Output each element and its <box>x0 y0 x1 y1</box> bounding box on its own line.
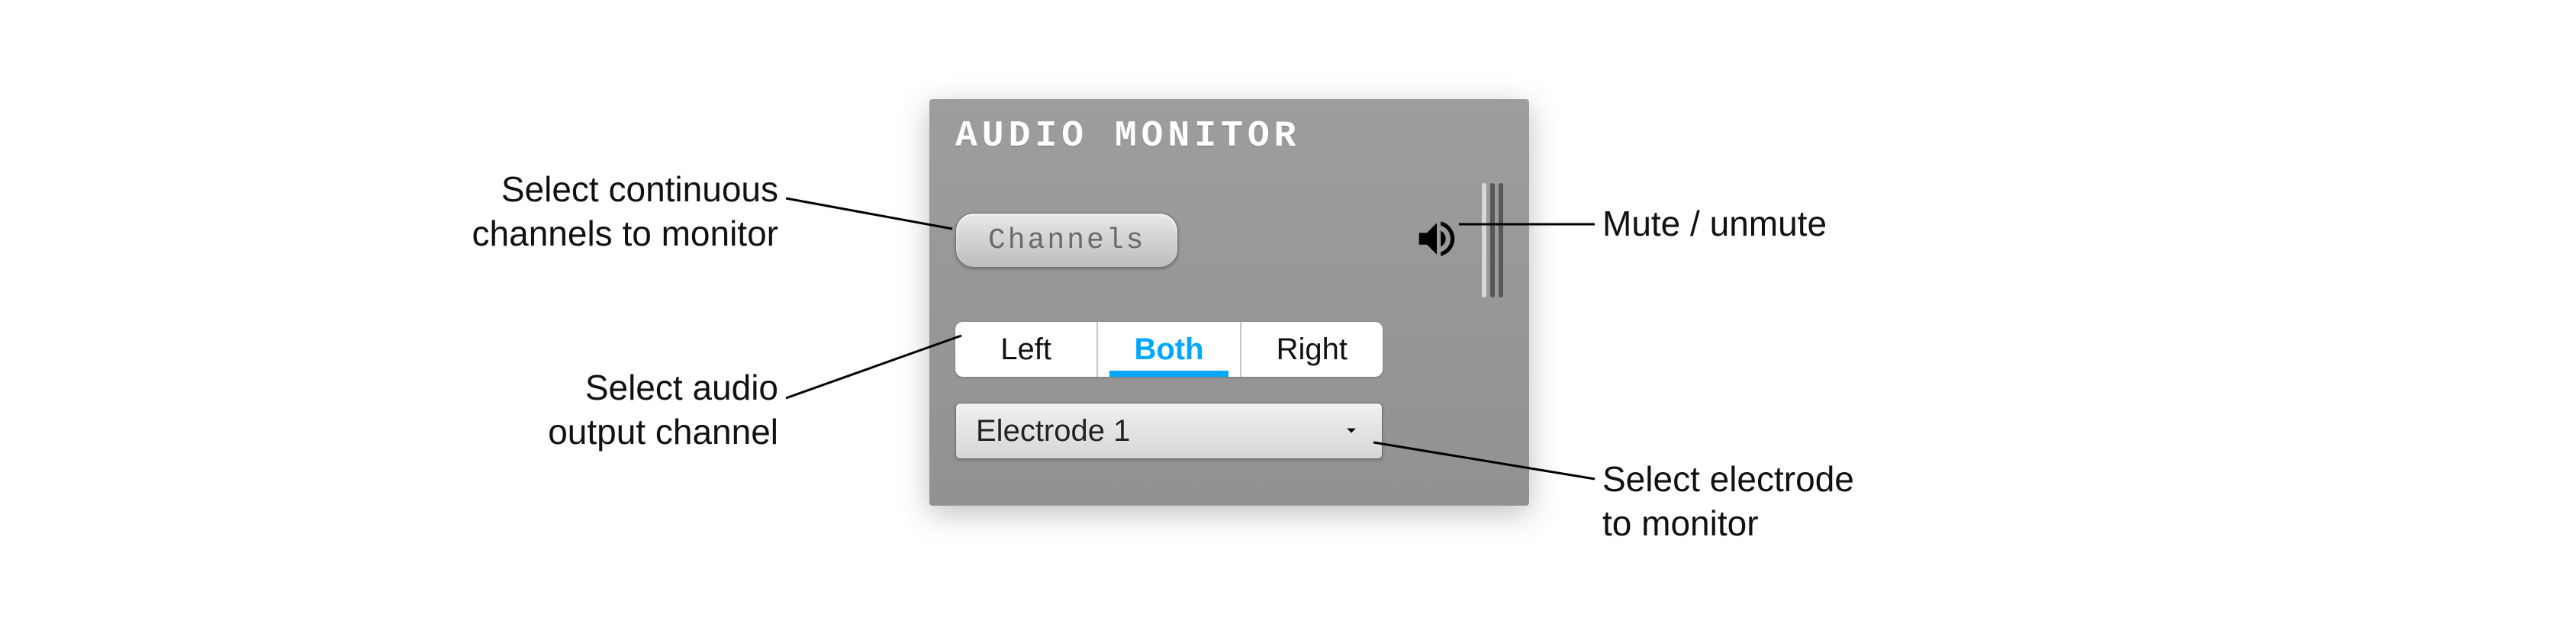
volume-icon <box>1413 215 1460 266</box>
audio-monitor-panel: AUDIO MONITOR Channels Left Both Right E… <box>929 99 1529 506</box>
volume-slider[interactable] <box>1482 183 1503 297</box>
segment-right[interactable]: Right <box>1241 322 1383 377</box>
mute-toggle[interactable] <box>1409 212 1465 268</box>
annotation-electrode: Select electrodeto monitor <box>1602 458 2075 545</box>
annotation-output: Select audiooutput channel <box>374 366 778 454</box>
segment-left[interactable]: Left <box>955 322 1098 377</box>
slider-groove <box>1490 183 1495 297</box>
slider-groove <box>1499 183 1503 297</box>
segment-both[interactable]: Both <box>1098 322 1241 377</box>
output-channel-segmented: Left Both Right <box>955 322 1383 377</box>
panel-title: AUDIO MONITOR <box>929 99 1529 171</box>
annotation-channels: Select continuouschannels to monitor <box>305 168 778 256</box>
panel-row-top: Channels <box>929 171 1529 314</box>
electrode-select[interactable]: Electrode 1 <box>955 403 1383 459</box>
slider-groove <box>1482 183 1486 297</box>
channels-button[interactable]: Channels <box>955 213 1178 268</box>
electrode-select-value: Electrode 1 <box>976 414 1130 448</box>
annotation-mute: Mute / unmute <box>1602 202 2075 246</box>
chevron-down-icon <box>1341 414 1362 448</box>
